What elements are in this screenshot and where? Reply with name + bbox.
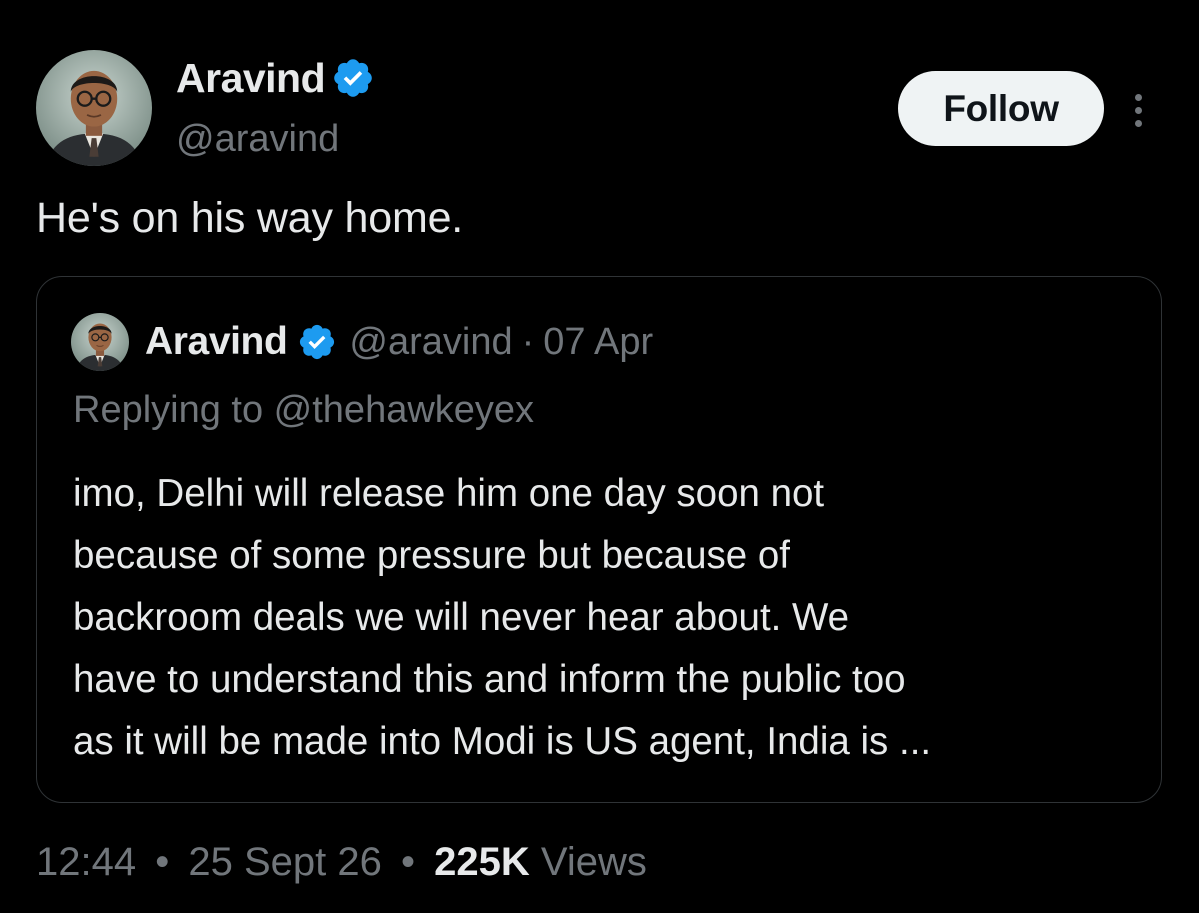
quoted-body-line: backroom deals we will never hear about.… bbox=[73, 596, 850, 639]
quoted-body-line: as it will be made into Modi is US agent… bbox=[73, 720, 932, 763]
author-avatar[interactable] bbox=[36, 50, 152, 166]
footer-dot: • bbox=[401, 840, 416, 884]
tweet-date[interactable]: 25 Sept 26 bbox=[188, 840, 382, 884]
author-display-name[interactable]: Aravind bbox=[176, 55, 326, 102]
author-name-row[interactable]: Aravind bbox=[176, 54, 375, 102]
replying-to-text: Replying to @thehawkeyex bbox=[73, 389, 535, 431]
quoted-tweet-header: Aravind @aravind · 07 Apr bbox=[145, 315, 653, 369]
avatar-portrait-image bbox=[36, 50, 152, 166]
tweet-footer-meta: 12:44 • 25 Sept 26 • 225K Views bbox=[36, 840, 647, 885]
quoted-author-display-name[interactable]: Aravind bbox=[145, 320, 288, 364]
more-dot bbox=[1134, 93, 1142, 101]
meta-separator: · bbox=[521, 320, 535, 363]
tweet-time[interactable]: 12:44 bbox=[36, 840, 136, 884]
quoted-body-line: have to understand this and inform the p… bbox=[73, 658, 906, 701]
quoted-tweet-body: imo, Delhi will release him one day soon… bbox=[73, 463, 1143, 773]
quoted-body-line: imo, Delhi will release him one day soon… bbox=[73, 472, 825, 515]
quoted-author-handle[interactable]: @aravind bbox=[349, 321, 512, 364]
more-options-icon[interactable] bbox=[1124, 88, 1152, 132]
more-dot bbox=[1134, 106, 1142, 114]
quoted-author-avatar[interactable] bbox=[71, 313, 129, 371]
quoted-tweet-card[interactable]: Aravind @aravind · 07 Apr Replying to @t… bbox=[36, 276, 1162, 803]
views-label: Views bbox=[540, 840, 647, 884]
quoted-body-line: because of some pressure but because of bbox=[73, 534, 790, 577]
author-handle[interactable]: @aravind bbox=[176, 118, 339, 161]
footer-dot: • bbox=[155, 840, 170, 884]
avatar-portrait-image bbox=[71, 313, 129, 371]
tweet-text: He's on his way home. bbox=[36, 194, 464, 242]
follow-button[interactable]: Follow bbox=[898, 71, 1104, 146]
views-count[interactable]: 225K bbox=[434, 840, 530, 884]
verified-badge-icon bbox=[334, 59, 372, 97]
more-dot bbox=[1134, 119, 1142, 127]
quoted-tweet-date[interactable]: 07 Apr bbox=[543, 321, 653, 364]
verified-badge-icon bbox=[300, 324, 335, 360]
